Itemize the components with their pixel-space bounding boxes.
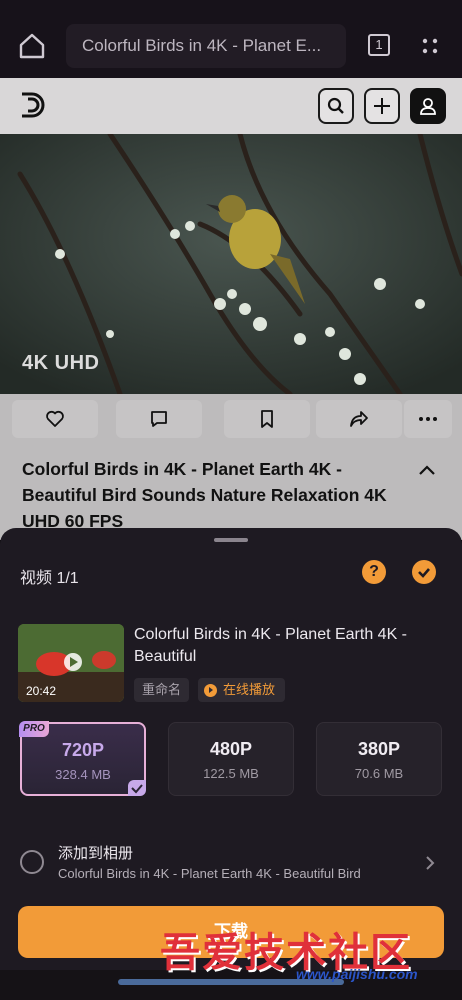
page-url-title: Colorful Birds in 4K - Planet E... <box>82 36 322 55</box>
search-button[interactable] <box>318 88 354 124</box>
bookmark-button[interactable] <box>224 400 310 438</box>
quality-option-480p[interactable]: 480P 122.5 MB <box>168 722 294 796</box>
video-quality-badge: 4K UHD <box>22 352 100 374</box>
comment-icon <box>151 411 167 427</box>
play-online-button[interactable]: 在线播放 <box>198 678 286 702</box>
video-player[interactable]: 4K UHD <box>0 134 462 394</box>
bookmark-icon <box>261 410 273 428</box>
pro-badge: PRO <box>19 721 49 737</box>
plus-icon <box>374 98 390 114</box>
add-to-album-radio[interactable] <box>20 850 44 874</box>
sheet-handle[interactable] <box>214 538 248 542</box>
more-icon <box>419 417 437 421</box>
more-actions-button[interactable] <box>404 400 452 438</box>
quality-size: 122.5 MB <box>203 766 259 781</box>
add-button[interactable] <box>364 88 400 124</box>
add-to-album-title: 添加到相册 <box>58 845 134 862</box>
search-icon <box>327 97 344 114</box>
user-icon <box>420 98 436 115</box>
quality-option-720p[interactable]: PRO 720P 328.4 MB <box>19 721 146 796</box>
comment-button[interactable] <box>116 400 202 438</box>
video-title-area: Colorful Birds in 4K - Planet Earth 4K -… <box>0 450 462 540</box>
more-icon[interactable] <box>420 36 440 56</box>
site-logo-icon[interactable] <box>16 88 50 122</box>
rename-button[interactable]: 重命名 <box>134 678 190 702</box>
quality-size: 328.4 MB <box>55 767 111 782</box>
album-subtitle: Colorful Birds in 4K - Planet Earth 4K -… <box>58 866 361 881</box>
video-actions <box>0 394 462 450</box>
account-button[interactable] <box>410 88 446 124</box>
heart-icon <box>46 410 64 427</box>
site-header <box>0 78 462 134</box>
chevron-up-icon[interactable] <box>416 460 438 482</box>
selected-check-icon <box>128 780 146 796</box>
tab-switcher-icon[interactable]: 1 <box>368 34 390 56</box>
quality-size: 70.6 MB <box>354 766 404 781</box>
play-online-label: 在线播放 <box>223 682 276 697</box>
chevron-right-icon[interactable] <box>424 854 436 872</box>
home-icon[interactable] <box>16 30 48 62</box>
share-button[interactable] <box>316 400 402 438</box>
quality-resolution: 380P <box>357 739 401 759</box>
help-icon[interactable]: ? <box>362 560 386 584</box>
play-circle-icon <box>204 683 217 697</box>
address-bar[interactable]: Colorful Birds in 4K - Planet E... <box>66 24 346 68</box>
video-duration: 20:42 <box>26 684 57 698</box>
sheet-video-title: Colorful Birds in 4K - Planet Earth 4K -… <box>134 626 408 665</box>
page-title: Colorful Birds in 4K - Planet Earth 4K -… <box>22 459 387 531</box>
watermark-url: www.paijishu.com <box>296 966 418 982</box>
share-icon <box>350 411 368 427</box>
quality-resolution: 480P <box>209 739 253 759</box>
browser-bar: Colorful Birds in 4K - Planet E... 1 <box>0 0 462 88</box>
select-all-check-icon[interactable] <box>412 560 436 584</box>
like-button[interactable] <box>12 400 98 438</box>
quality-option-380p[interactable]: 380P 70.6 MB <box>316 722 442 796</box>
sheet-title: 视频 1/1 <box>20 570 79 587</box>
quality-resolution: 720P <box>61 740 105 760</box>
